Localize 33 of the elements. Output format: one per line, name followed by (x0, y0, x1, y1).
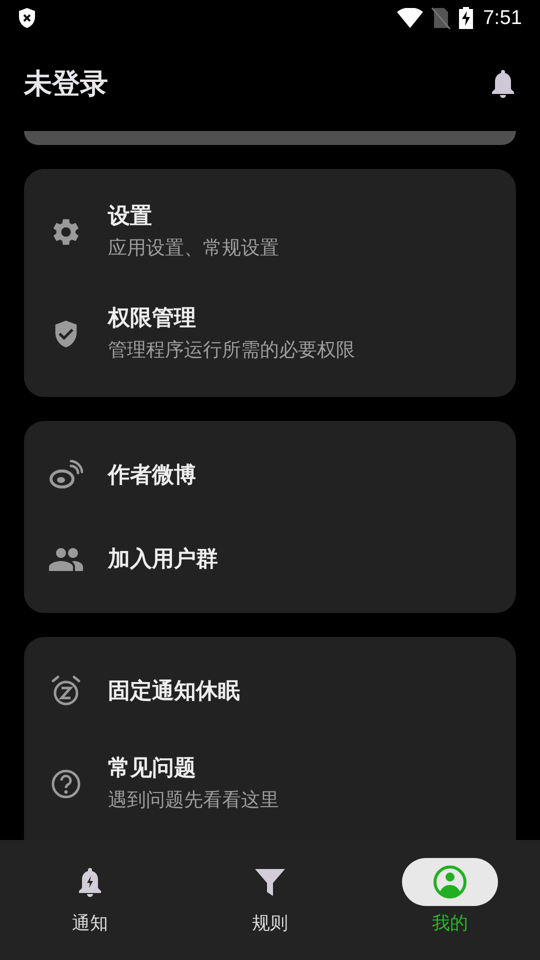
weibo-icon (49, 460, 83, 490)
item-subtitle: 管理程序运行所需的必要权限 (108, 339, 355, 363)
nav-label: 通知 (72, 912, 108, 935)
item-title: 权限管理 (108, 304, 197, 332)
filter-icon (255, 867, 285, 897)
item-subtitle: 遇到问题先看看这里 (108, 789, 279, 813)
battery-charging-icon (459, 7, 474, 29)
nav-label: 规则 (252, 912, 288, 935)
menu-item[interactable]: 固定通知休眠 (24, 649, 516, 733)
help-icon (50, 768, 82, 800)
wifi-icon (397, 8, 424, 28)
menu-item[interactable]: 权限管理 管理程序运行所需的必要权限 (24, 283, 516, 385)
item-title: 固定通知休眠 (108, 677, 240, 705)
page-title: 未登录 (24, 67, 108, 101)
snooze-alarm-icon (50, 675, 82, 707)
status-time: 7:51 (483, 6, 522, 31)
item-title: 作者微博 (108, 461, 196, 489)
nav-label: 我的 (432, 912, 468, 935)
bell-icon[interactable] (490, 69, 516, 99)
menu-item[interactable]: 作者微博 (24, 433, 516, 517)
menu-item[interactable]: 加入用户群 (24, 517, 516, 601)
menu-item[interactable]: 设置 应用设置、常规设置 (24, 181, 516, 283)
shield-x-icon (18, 8, 36, 28)
profile-icon (433, 865, 467, 899)
item-title: 常见问题 (108, 754, 197, 782)
menu-item[interactable]: 常见问题 遇到问题先看看这里 (24, 733, 516, 835)
item-title: 加入用户群 (108, 545, 218, 573)
no-sim-icon (431, 7, 452, 29)
item-title: 设置 (108, 202, 153, 230)
bell-bolt-icon (76, 867, 104, 897)
nav-tab[interactable] (402, 858, 498, 906)
people-icon (49, 547, 83, 571)
item-subtitle: 应用设置、常规设置 (108, 237, 279, 261)
